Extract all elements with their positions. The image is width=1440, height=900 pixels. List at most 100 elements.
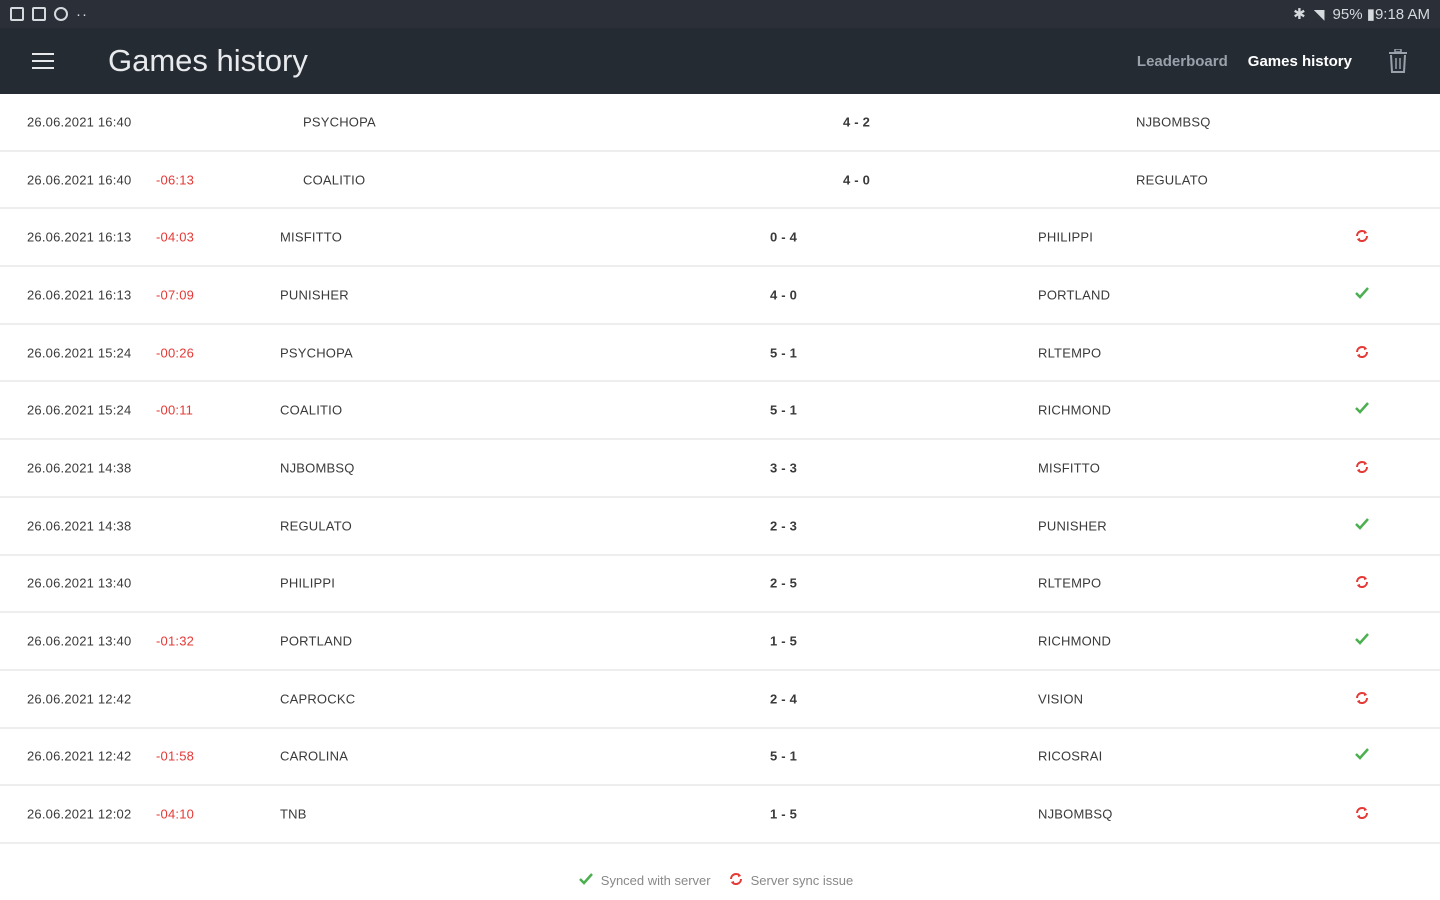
game-date: 26.06.2021 15:24 <box>27 402 132 418</box>
away-team: NJBOMBSQ <box>1136 114 1211 130</box>
game-date: 26.06.2021 12:42 <box>27 748 132 764</box>
game-score: 5 - 1 <box>770 402 798 418</box>
game-date: 26.06.2021 14:38 <box>27 460 132 476</box>
game-date: 26.06.2021 12:42 <box>27 691 132 707</box>
away-team: PUNISHER <box>1038 518 1107 534</box>
status-bar-right: ✱ ◥ 95% ▮9:18 AM <box>1293 5 1430 24</box>
game-date: 26.06.2021 13:40 <box>27 633 132 649</box>
home-team: COALITIO <box>303 172 366 188</box>
bluetooth-icon: ✱ <box>1293 6 1306 23</box>
overflow-dots: ·· <box>76 5 88 23</box>
game-date: 26.06.2021 16:13 <box>27 287 132 303</box>
sync-issue-icon[interactable] <box>1355 691 1371 707</box>
away-team: RICHMOND <box>1038 633 1112 649</box>
home-team: PUNISHER <box>280 287 349 303</box>
game-row[interactable]: 26.06.2021 15:24 -00:11 COALITIO 5 - 1 RICHM… <box>0 382 1440 441</box>
synced-check-icon <box>1355 402 1371 418</box>
away-team: RICOSRAI <box>1038 748 1103 764</box>
home-team: PSYCHOPA <box>280 345 353 361</box>
game-row[interactable]: 26.06.2021 16:40 -06:13 COALITIO 4 - 0 REGUL… <box>0 152 1440 210</box>
game-row[interactable]: 26.06.2021 13:40 PHILIPPI 2 - 5 RLTEMPO <box>0 556 1440 614</box>
game-date: 26.06.2021 16:13 <box>27 229 132 245</box>
game-score: 0 - 4 <box>770 229 798 245</box>
legend-synced-label: Synced with server <box>600 872 711 888</box>
page-title: Games history <box>108 43 308 78</box>
synced-check-icon <box>1355 633 1371 649</box>
away-team: RLTEMPO <box>1038 575 1102 591</box>
game-date: 26.06.2021 12:02 <box>27 806 132 822</box>
game-score: 4 - 0 <box>843 172 871 188</box>
game-row[interactable]: 26.06.2021 16:40 PSYCHOPA 4 - 2 NJBOMBSQ <box>0 94 1440 152</box>
home-team: MISFITTO <box>280 229 343 245</box>
game-duration: -00:11 <box>156 402 194 418</box>
away-team: NJBOMBSQ <box>1038 806 1113 822</box>
away-team: PHILIPPI <box>1038 229 1094 245</box>
sim-icon <box>32 7 46 21</box>
game-row[interactable]: 26.06.2021 12:42 CAPROCKC 2 - 4 VISION <box>0 671 1440 729</box>
at-icon <box>54 7 68 21</box>
game-duration: -01:58 <box>156 748 195 764</box>
game-row[interactable]: 26.06.2021 14:38 NJBOMBSQ 3 - 3 MISFITTO <box>0 440 1440 498</box>
nav-leaderboard[interactable]: Leaderboard <box>1137 53 1228 70</box>
wifi-icon: ◥ <box>1313 5 1325 22</box>
home-team: PSYCHOPA <box>303 114 376 130</box>
legend-synced: Synced with server <box>578 872 711 888</box>
games-history-list: 26.06.2021 16:40 PSYCHOPA 4 - 2 NJBOMBSQ 26.… <box>0 94 1440 844</box>
game-duration: -00:26 <box>156 345 195 361</box>
away-team: REGULATO <box>1136 172 1208 188</box>
game-date: 26.06.2021 14:38 <box>27 518 132 534</box>
game-score: 2 - 4 <box>770 691 798 707</box>
home-team: TNB <box>280 806 307 822</box>
game-score: 1 - 5 <box>770 633 798 649</box>
trash-icon[interactable] <box>1378 41 1418 81</box>
game-score: 5 - 1 <box>770 345 798 361</box>
home-team: PORTLAND <box>280 633 353 649</box>
sync-issue-icon[interactable] <box>1355 806 1371 822</box>
hamburger-menu-icon[interactable] <box>0 28 86 94</box>
home-team: REGULATO <box>280 518 352 534</box>
away-team: RLTEMPO <box>1038 345 1102 361</box>
game-row[interactable]: 26.06.2021 14:38 REGULATO 2 - 3 PUNISHER <box>0 498 1440 556</box>
sync-legend: Synced with server Server sync issue <box>0 862 1440 898</box>
home-team: CAPROCKC <box>280 691 356 707</box>
game-row[interactable]: 26.06.2021 13:40 -01:32 PORTLAND 1 - 5 RICHM… <box>0 613 1440 671</box>
game-date: 26.06.2021 16:40 <box>27 172 132 188</box>
away-team: VISION <box>1038 691 1084 707</box>
away-team: PORTLAND <box>1038 287 1111 303</box>
game-row[interactable]: 26.06.2021 12:02 -04:10 TNB 1 - 5 NJBOMBSQ <box>0 786 1440 844</box>
synced-check-icon <box>1355 748 1371 764</box>
away-team: MISFITTO <box>1038 460 1101 476</box>
home-team: CAROLINA <box>280 748 349 764</box>
game-score: 2 - 3 <box>770 518 798 534</box>
game-date: 26.06.2021 15:24 <box>27 345 132 361</box>
game-duration: -01:32 <box>156 633 195 649</box>
system-status-bar: ·· ✱ ◥ 95% ▮9:18 AM <box>0 0 1440 28</box>
game-duration: -04:10 <box>156 806 195 822</box>
game-row[interactable]: 26.06.2021 16:13 -07:09 PUNISHER 4 - 0 PORTL… <box>0 267 1440 325</box>
synced-check-icon <box>1355 517 1371 534</box>
sync-issue-icon[interactable] <box>1355 229 1371 245</box>
sync-issue-icon[interactable] <box>1355 575 1371 591</box>
game-score: 4 - 0 <box>770 287 798 303</box>
sync-issue-icon[interactable] <box>1355 460 1371 476</box>
app-bar: Games history Leaderboard Games history <box>0 28 1440 94</box>
game-row[interactable]: 26.06.2021 15:24 -00:26 PSYCHOPA 5 - 1 RLTEM… <box>0 325 1440 383</box>
home-team: COALITIO <box>280 402 343 418</box>
game-score: 3 - 3 <box>770 460 798 476</box>
game-row[interactable]: 26.06.2021 12:42 -01:58 CAROLINA 5 - 1 RICOS… <box>0 729 1440 787</box>
game-score: 5 - 1 <box>770 748 798 764</box>
game-row[interactable]: 26.06.2021 16:13 -04:03 MISFITTO 0 - 4 PHILI… <box>0 209 1440 268</box>
game-score: 2 - 5 <box>770 575 798 591</box>
nav-games-history[interactable]: Games history <box>1248 53 1352 70</box>
game-duration: -04:03 <box>156 229 195 245</box>
sync-issue-icon[interactable] <box>1355 345 1371 361</box>
legend-issue: Server sync issue <box>729 872 853 889</box>
sync-issue-icon <box>729 872 743 889</box>
game-duration: -06:13 <box>156 172 195 188</box>
status-bar-text: 95% ▮9:18 AM <box>1332 6 1430 23</box>
game-score: 4 - 2 <box>843 114 871 130</box>
away-team: RICHMOND <box>1038 402 1112 418</box>
home-team: NJBOMBSQ <box>280 460 355 476</box>
game-duration: -07:09 <box>156 287 195 303</box>
image-icon <box>10 7 24 21</box>
